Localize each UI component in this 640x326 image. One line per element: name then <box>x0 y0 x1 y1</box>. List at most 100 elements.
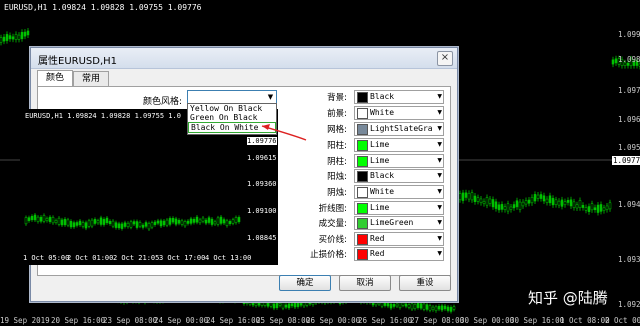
chevron-down-icon[interactable]: ▼ <box>437 91 442 103</box>
time-tick: 19 Sep 2019 <box>0 316 50 325</box>
candle <box>66 219 70 226</box>
color-row: 折线图: Lime ▼ <box>310 201 445 215</box>
candle <box>587 206 591 212</box>
candle <box>416 302 420 308</box>
color-select[interactable]: White ▼ <box>354 185 444 199</box>
chevron-down-icon[interactable]: ▼ <box>437 155 442 167</box>
time-tick: 23 Sep 08:00 <box>103 316 158 325</box>
candle <box>419 303 423 309</box>
candle <box>413 304 417 309</box>
tab-common[interactable]: 常用 <box>73 71 109 87</box>
candle <box>26 30 30 36</box>
time-tick: 24 Sep 00:00 <box>154 316 209 325</box>
color-select[interactable]: LightSlateGray ▼ <box>354 122 444 136</box>
price-tick: 1.0977 <box>612 156 640 165</box>
scheme-option-selected[interactable]: Black On White <box>188 122 276 133</box>
ok-button[interactable]: 确定 <box>279 275 331 291</box>
color-row-label: 折线图: <box>318 204 347 214</box>
color-row-label: 阴柱: <box>327 157 347 167</box>
candle <box>20 32 24 40</box>
candle <box>78 220 82 226</box>
color-name: Black <box>370 171 395 180</box>
candle <box>90 219 94 227</box>
candle <box>156 220 160 224</box>
chevron-down-icon[interactable]: ▼ <box>437 186 442 198</box>
color-select[interactable]: Red ▼ <box>354 232 444 246</box>
chevron-down-icon[interactable]: ▼ <box>437 233 442 245</box>
color-name: Black <box>370 92 395 101</box>
scheme-option[interactable]: Green On Black <box>188 113 276 122</box>
candle <box>108 220 112 224</box>
candle <box>590 203 594 211</box>
candle <box>114 222 118 228</box>
candle <box>383 301 387 306</box>
preview-price-current: 1.09776 <box>247 137 277 145</box>
candle <box>237 217 241 223</box>
scheme-option[interactable]: Yellow On Black <box>188 104 276 113</box>
candle <box>392 304 396 307</box>
chevron-down-icon[interactable]: ▼ <box>437 217 442 229</box>
candle <box>473 195 477 203</box>
color-select[interactable]: Lime ▼ <box>354 154 444 168</box>
candle <box>461 192 465 201</box>
reset-button[interactable]: 重设 <box>399 275 451 291</box>
color-row: 阳烛: Black ▼ <box>310 169 445 183</box>
chevron-down-icon[interactable]: ▼ <box>437 248 442 260</box>
cancel-button[interactable]: 取消 <box>339 275 391 291</box>
candle <box>611 59 615 65</box>
candle <box>434 306 438 311</box>
candle <box>437 306 441 310</box>
color-name: Red <box>370 249 385 258</box>
candle <box>126 222 130 227</box>
candle <box>57 217 61 225</box>
candle <box>222 219 226 224</box>
color-select[interactable]: Lime ▼ <box>354 138 444 152</box>
color-select[interactable]: LimeGreen ▼ <box>354 216 444 230</box>
preview-time: 2 Oct 21:05 <box>113 254 160 262</box>
chevron-down-icon[interactable]: ▼ <box>437 170 442 182</box>
color-row: 阳柱: Lime ▼ <box>310 138 445 152</box>
candle <box>162 220 166 226</box>
candle <box>195 216 199 223</box>
candle <box>596 204 600 213</box>
color-row-label: 前景: <box>327 109 347 119</box>
watermark-text: 知乎 @陆腾 <box>528 289 608 307</box>
candle <box>186 220 190 224</box>
color-swatch <box>357 187 368 198</box>
candle <box>602 207 606 211</box>
preview-price: 1.09615 <box>247 154 277 162</box>
candle <box>608 202 612 210</box>
candle <box>42 215 46 222</box>
candle <box>111 220 115 227</box>
candle <box>464 192 468 198</box>
chevron-down-icon[interactable]: ▼ <box>437 139 442 151</box>
candle <box>272 303 276 309</box>
color-select[interactable]: Lime ▼ <box>354 201 444 215</box>
close-button[interactable]: × <box>437 51 453 66</box>
candle <box>63 218 67 226</box>
price-tick: 1.0940 <box>618 200 640 209</box>
tab-colors[interactable]: 颜色 <box>37 70 73 87</box>
candle <box>560 199 564 207</box>
color-select[interactable]: Black ▼ <box>354 90 444 104</box>
color-select[interactable]: Red ▼ <box>354 247 444 261</box>
chevron-down-icon[interactable]: ▼ <box>437 123 442 135</box>
candle <box>425 304 429 310</box>
candle <box>84 222 88 229</box>
candle <box>132 221 136 225</box>
chevron-down-icon[interactable]: ▼ <box>437 107 442 119</box>
candle <box>144 222 148 227</box>
candle <box>27 217 31 221</box>
dialog-titlebar[interactable]: 属性EURUSD,H1 × <box>31 48 457 69</box>
candle <box>410 303 414 310</box>
color-row-label: 背景: <box>327 93 347 103</box>
candle <box>407 304 411 308</box>
candle <box>87 220 91 227</box>
candle <box>5 34 9 41</box>
time-tick: 26 Sep 16:00 <box>358 316 413 325</box>
color-select[interactable]: White ▼ <box>354 106 444 120</box>
color-select[interactable]: Black ▼ <box>354 169 444 183</box>
candle <box>150 222 154 228</box>
color-row-label: 网格: <box>327 125 347 135</box>
chevron-down-icon[interactable]: ▼ <box>437 202 442 214</box>
